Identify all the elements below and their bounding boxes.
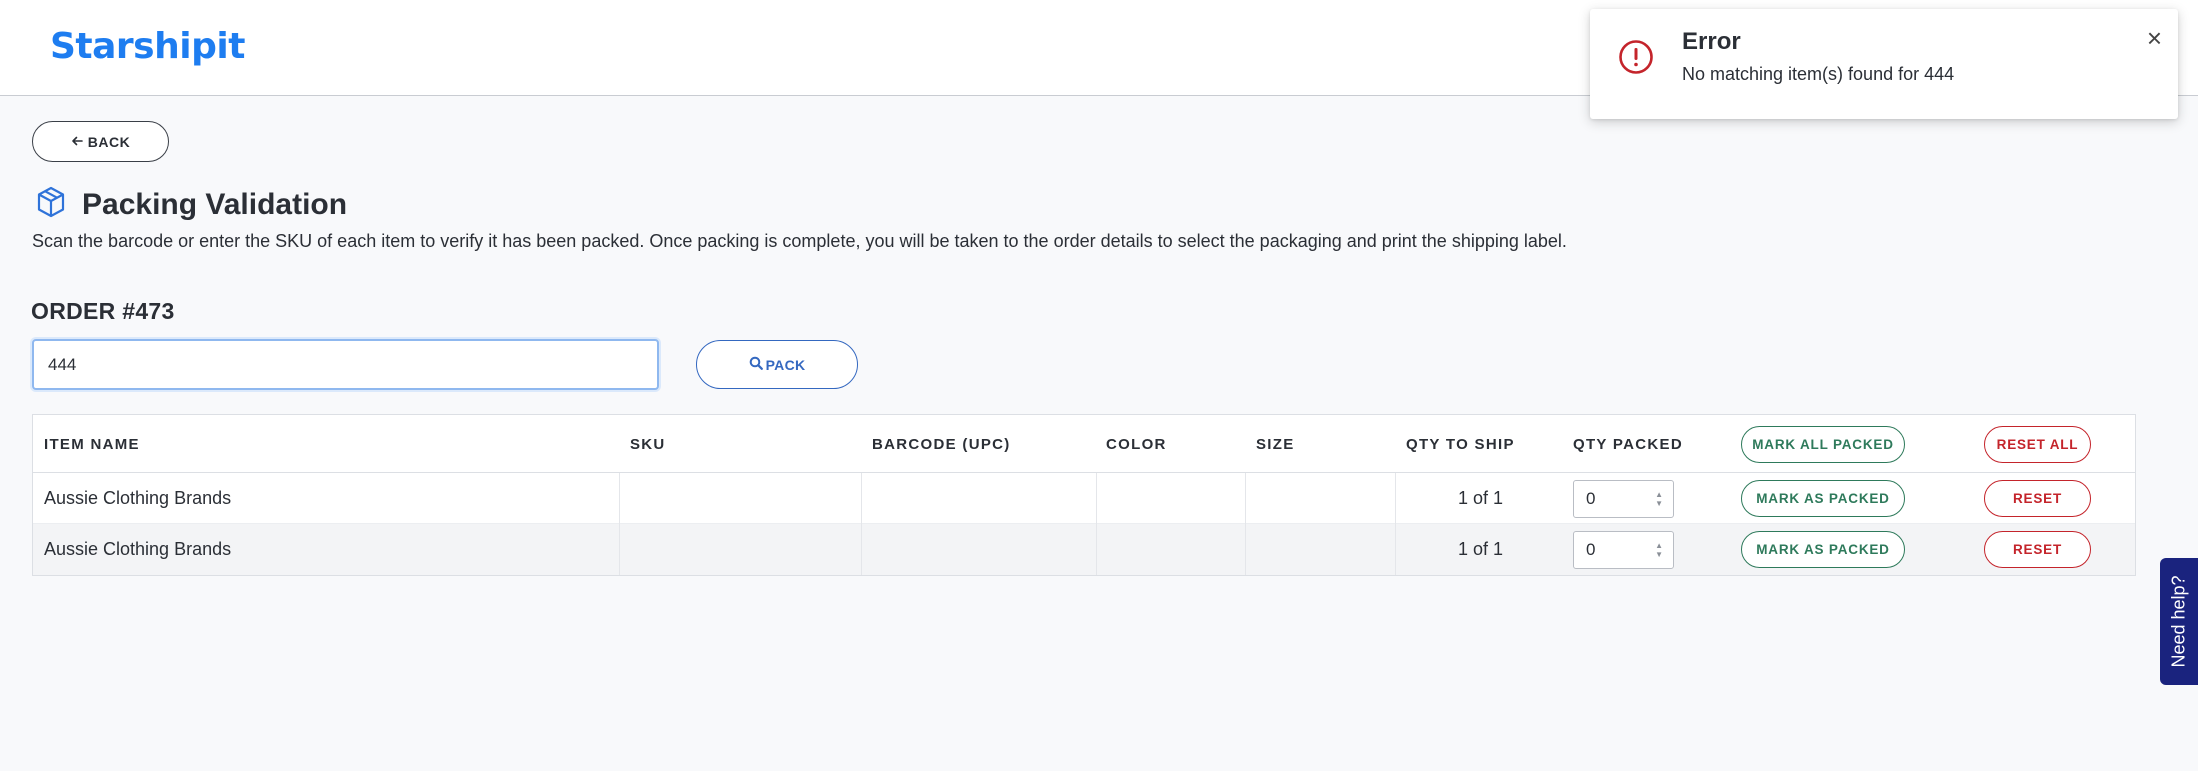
package-box-icon bbox=[36, 186, 66, 223]
column-divider bbox=[861, 524, 862, 575]
header-qty-packed[interactable]: QTY PACKED bbox=[1573, 436, 1683, 453]
back-button[interactable]: BACK bbox=[32, 121, 169, 162]
qty-packed-value: 0 bbox=[1586, 540, 1596, 559]
page-title-row: Packing Validation bbox=[36, 186, 347, 223]
toast-message: No matching item(s) found for 444 bbox=[1682, 64, 1955, 84]
item-qty-to-ship: 1 of 1 bbox=[1458, 539, 1504, 559]
items-table: ITEM NAME SKU BARCODE (UPC) COLOR SIZE Q… bbox=[32, 414, 2136, 576]
column-divider bbox=[1096, 524, 1097, 575]
pack-button[interactable]: PACK bbox=[696, 340, 858, 389]
column-divider bbox=[1096, 473, 1097, 524]
scan-input[interactable] bbox=[32, 339, 659, 390]
order-title: ORDER #473 bbox=[31, 298, 175, 324]
column-divider bbox=[1395, 524, 1396, 575]
header-qty-to-ship[interactable]: QTY TO SHIP bbox=[1406, 436, 1515, 453]
error-toast: Error No matching item(s) found for 444 … bbox=[1590, 9, 2178, 119]
table-row: Aussie Clothing Brands 1 of 1 0 ▲ ▼ MARK … bbox=[33, 524, 2135, 575]
reset-all-button[interactable]: RESET ALL bbox=[1984, 426, 2091, 463]
close-icon[interactable]: × bbox=[2147, 25, 2162, 51]
item-name: Aussie Clothing Brands bbox=[44, 539, 232, 559]
column-divider bbox=[1245, 524, 1246, 575]
page-description: Scan the barcode or enter the SKU of eac… bbox=[32, 231, 1567, 251]
header-color[interactable]: COLOR bbox=[1106, 436, 1167, 453]
column-divider bbox=[861, 473, 862, 524]
mark-all-packed-button[interactable]: MARK ALL PACKED bbox=[1741, 426, 1905, 463]
toast-title: Error bbox=[1682, 28, 1741, 55]
column-divider bbox=[619, 473, 620, 524]
header-item-name[interactable]: ITEM NAME bbox=[44, 436, 140, 453]
header-size[interactable]: SIZE bbox=[1256, 436, 1295, 453]
item-qty-to-ship: 1 of 1 bbox=[1458, 488, 1504, 508]
spinner-arrows-icon[interactable]: ▲ ▼ bbox=[1655, 490, 1663, 508]
page-title: Packing Validation bbox=[82, 187, 348, 221]
spinner-arrows-icon[interactable]: ▲ ▼ bbox=[1655, 541, 1663, 559]
back-button-label: BACK bbox=[87, 133, 131, 150]
header-sku[interactable]: SKU bbox=[630, 436, 666, 453]
table-row: Aussie Clothing Brands 1 of 1 0 ▲ ▼ MARK … bbox=[33, 473, 2135, 524]
column-divider bbox=[619, 524, 620, 575]
mark-as-packed-button[interactable]: MARK AS PACKED bbox=[1741, 531, 1905, 568]
error-circle-icon bbox=[1618, 39, 1654, 80]
mark-as-packed-button[interactable]: MARK AS PACKED bbox=[1741, 480, 1905, 517]
need-help-tab[interactable]: Need help? bbox=[2160, 558, 2198, 685]
starshipit-logo[interactable]: Starshipit bbox=[50, 26, 245, 67]
search-icon bbox=[749, 356, 763, 373]
arrow-left-icon bbox=[71, 134, 83, 150]
reset-button[interactable]: RESET bbox=[1984, 480, 2091, 517]
pack-button-label: PACK bbox=[765, 356, 806, 373]
qty-packed-value: 0 bbox=[1586, 489, 1596, 508]
need-help-label: Need help? bbox=[2168, 575, 2189, 668]
qty-packed-stepper[interactable]: 0 ▲ ▼ bbox=[1573, 480, 1674, 518]
column-divider bbox=[1245, 473, 1246, 524]
qty-packed-stepper[interactable]: 0 ▲ ▼ bbox=[1573, 531, 1674, 569]
table-header: ITEM NAME SKU BARCODE (UPC) COLOR SIZE Q… bbox=[33, 415, 2135, 473]
header-barcode[interactable]: BARCODE (UPC) bbox=[872, 436, 1011, 453]
reset-button[interactable]: RESET bbox=[1984, 531, 2091, 568]
item-name: Aussie Clothing Brands bbox=[44, 488, 232, 508]
column-divider bbox=[1395, 473, 1396, 524]
